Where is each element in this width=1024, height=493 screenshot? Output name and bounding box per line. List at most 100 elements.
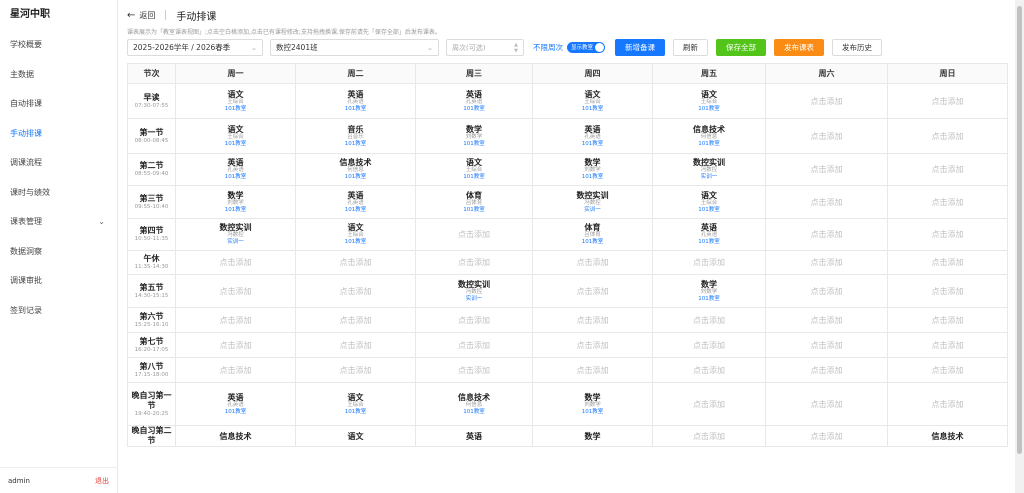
empty-cell[interactable]: 点击添加 [652,332,766,358]
lesson-cell[interactable]: 信息技术 何信息 101教室 [415,382,533,426]
empty-cell[interactable]: 点击添加 [765,250,888,275]
empty-cell[interactable]: 点击添加 [887,274,1008,308]
empty-cell[interactable]: 点击添加 [415,307,533,333]
sidebar-item[interactable]: 课时与绩效 [0,178,117,208]
empty-cell[interactable]: 点击添加 [887,83,1008,119]
logout-button[interactable]: 退出 [95,476,109,486]
empty-cell[interactable]: 点击添加 [765,357,888,383]
publish-button[interactable]: 发布课表 [774,39,824,56]
lesson-cell[interactable]: 英语 孔英语 101教室 [295,83,416,119]
sidebar-item[interactable]: 自动排课 [0,89,117,119]
lesson-cell[interactable]: 英语 孔英语 101教室 [175,382,296,426]
lesson-cell[interactable]: 数学 刘数学 101教室 [532,153,653,186]
empty-cell[interactable]: 点击添加 [175,250,296,275]
semester-select[interactable]: 2025-2026学年 / 2026春季 ⌄ [127,39,263,56]
empty-cell[interactable]: 点击添加 [887,357,1008,383]
lesson-cell[interactable]: 语文 [295,425,416,447]
lesson-cell[interactable]: 数学 [532,425,653,447]
empty-cell[interactable]: 点击添加 [532,274,653,308]
empty-cell[interactable]: 点击添加 [295,332,416,358]
lesson-cell[interactable]: 数学 刘数学 101教室 [415,118,533,154]
lesson-cell[interactable]: 数控实训 冯数控 实训一 [175,218,296,251]
add-note-button[interactable]: 新增备课 [615,39,665,56]
empty-cell[interactable]: 点击添加 [415,357,533,383]
lesson-cell[interactable]: 数学 刘数学 101教室 [175,185,296,219]
lesson-cell[interactable]: 数学 刘数学 101教室 [532,382,653,426]
publish-history-button[interactable]: 发布历史 [832,39,882,56]
empty-cell[interactable]: 点击添加 [652,307,766,333]
empty-cell[interactable]: 点击添加 [887,118,1008,154]
empty-cell[interactable]: 点击添加 [887,250,1008,275]
lesson-cell[interactable]: 语文 王综合 101教室 [652,83,766,119]
empty-cell[interactable]: 点击添加 [765,83,888,119]
sidebar-item[interactable]: 学校概要 [0,30,117,60]
empty-cell[interactable]: 点击添加 [765,118,888,154]
class-select[interactable]: 数控2401班 ⌄ [270,39,439,56]
empty-cell[interactable]: 点击添加 [765,274,888,308]
lesson-cell[interactable]: 语文 王综合 101教室 [175,83,296,119]
empty-cell[interactable]: 点击添加 [415,250,533,275]
empty-cell[interactable]: 点击添加 [175,357,296,383]
lesson-cell[interactable]: 数控实训 冯数控 实训一 [415,274,533,308]
lesson-cell[interactable]: 数学 刘数学 101教室 [652,274,766,308]
lesson-cell[interactable]: 体育 吕体育 101教室 [532,218,653,251]
lesson-cell[interactable]: 语文 王综合 101教室 [295,382,416,426]
empty-cell[interactable]: 点击添加 [887,382,1008,426]
empty-cell[interactable]: 点击添加 [652,250,766,275]
week-input[interactable]: 周次(可选) ▲ ▼ [446,39,524,56]
empty-cell[interactable]: 点击添加 [532,250,653,275]
empty-cell[interactable]: 点击添加 [765,153,888,186]
empty-cell[interactable]: 点击添加 [652,425,766,447]
save-all-button[interactable]: 保存全部 [716,39,766,56]
scrollbar-thumb[interactable] [1017,6,1022,454]
empty-cell[interactable]: 点击添加 [415,218,533,251]
scrollbar[interactable] [1015,0,1024,493]
empty-cell[interactable]: 点击添加 [295,274,416,308]
empty-cell[interactable]: 点击添加 [765,382,888,426]
empty-cell[interactable]: 点击添加 [765,425,888,447]
lesson-cell[interactable]: 语文 王综合 101教室 [415,153,533,186]
lesson-cell[interactable]: 信息技术 [175,425,296,447]
empty-cell[interactable]: 点击添加 [887,185,1008,219]
sidebar-item[interactable]: 主数据 [0,60,117,90]
empty-cell[interactable]: 点击添加 [887,307,1008,333]
empty-cell[interactable]: 点击添加 [652,382,766,426]
sidebar-item[interactable]: 手动排课 [0,119,117,149]
lesson-cell[interactable]: 英语 孔英语 101教室 [652,218,766,251]
lesson-cell[interactable]: 数控实训 冯数控 实训一 [652,153,766,186]
stepper-icon[interactable]: ▲ ▼ [514,42,518,54]
sidebar-item[interactable]: 签到记录 [0,296,117,326]
empty-cell[interactable]: 点击添加 [887,153,1008,186]
empty-cell[interactable]: 点击添加 [887,218,1008,251]
empty-cell[interactable]: 点击添加 [175,332,296,358]
lesson-cell[interactable]: 英语 孔英语 101教室 [532,118,653,154]
empty-cell[interactable]: 点击添加 [415,332,533,358]
lesson-cell[interactable]: 语文 王综合 101教室 [175,118,296,154]
back-button[interactable]: ← 返回 [127,10,155,21]
empty-cell[interactable]: 点击添加 [652,357,766,383]
empty-cell[interactable]: 点击添加 [532,307,653,333]
lesson-cell[interactable]: 信息技术 何信息 101教室 [652,118,766,154]
lesson-cell[interactable]: 语文 王综合 101教室 [532,83,653,119]
empty-cell[interactable]: 点击添加 [295,357,416,383]
lesson-cell[interactable]: 英语 [415,425,533,447]
empty-cell[interactable]: 点击添加 [532,357,653,383]
empty-cell[interactable]: 点击添加 [175,307,296,333]
empty-cell[interactable]: 点击添加 [765,332,888,358]
refresh-button[interactable]: 刷新 [673,39,708,56]
lesson-cell[interactable]: 英语 孔英语 101教室 [295,185,416,219]
lesson-cell[interactable]: 英语 孔英语 101教室 [415,83,533,119]
empty-cell[interactable]: 点击添加 [765,185,888,219]
lesson-cell[interactable]: 语文 王综合 101教室 [652,185,766,219]
lesson-cell[interactable]: 信息技术 [887,425,1008,447]
empty-cell[interactable]: 点击添加 [295,307,416,333]
lesson-cell[interactable]: 语文 王综合 101教室 [295,218,416,251]
empty-cell[interactable]: 点击添加 [765,218,888,251]
empty-cell[interactable]: 点击添加 [532,332,653,358]
show-classroom-toggle[interactable]: 显示教室 [567,42,605,53]
lesson-cell[interactable]: 体育 吕体育 101教室 [415,185,533,219]
lesson-cell[interactable]: 数控实训 冯数控 实训一 [532,185,653,219]
empty-cell[interactable]: 点击添加 [765,307,888,333]
lesson-cell[interactable]: 英语 孔英语 101教室 [175,153,296,186]
empty-cell[interactable]: 点击添加 [295,250,416,275]
